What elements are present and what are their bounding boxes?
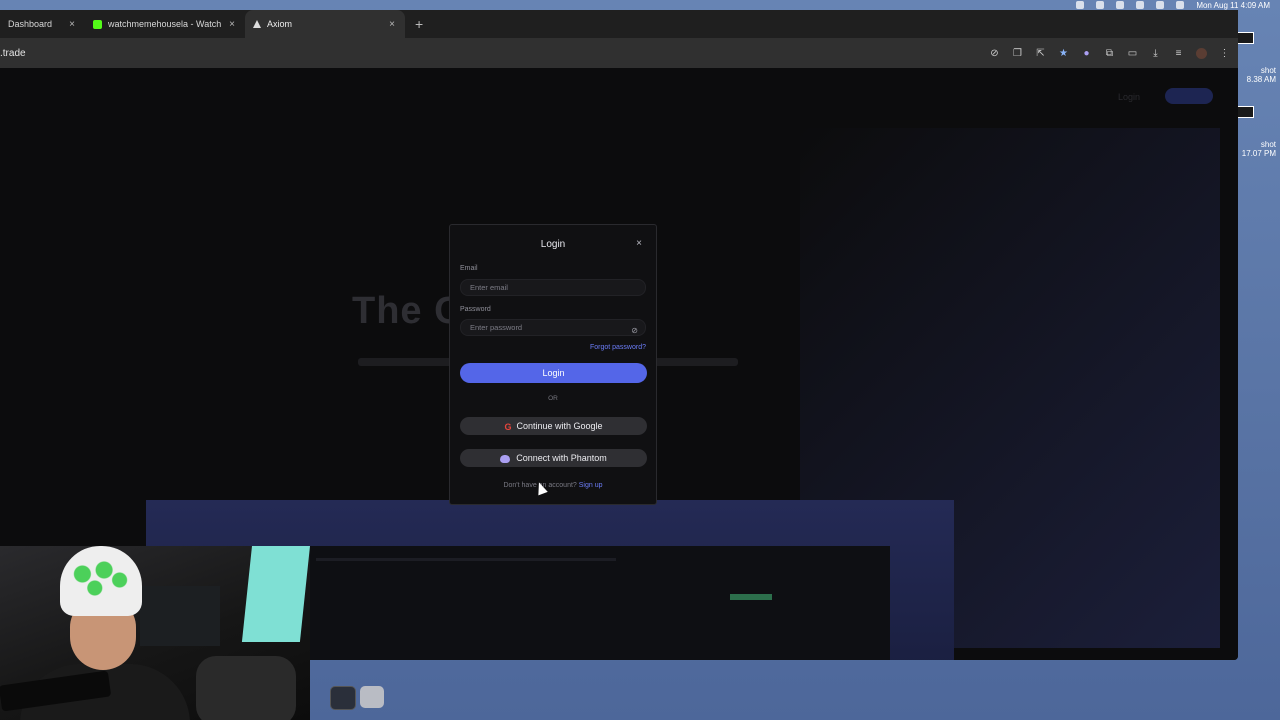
chair: [196, 656, 296, 720]
tab-label: Axiom: [267, 19, 293, 29]
tab-search-icon[interactable]: ▭: [1127, 48, 1138, 59]
tab-bar: Dashboard × watchmemehousela - Watch × A…: [0, 10, 1238, 38]
app-preview-screen: [310, 546, 890, 660]
password-field[interactable]: ⊘: [460, 319, 646, 336]
close-icon[interactable]: ×: [69, 19, 75, 30]
password-input[interactable]: [470, 323, 620, 332]
dock-terminal-icon[interactable]: [330, 686, 356, 710]
download-icon[interactable]: ⤓: [1150, 48, 1161, 59]
signup-link[interactable]: Sign up: [579, 482, 603, 489]
preview-chart-bar: [730, 594, 772, 600]
forgot-password-link[interactable]: Forgot password?: [590, 344, 646, 351]
status-icon[interactable]: [1116, 1, 1125, 9]
reading-list-icon[interactable]: ≡: [1173, 48, 1184, 59]
beanie-pattern: [70, 558, 132, 598]
mute-icon[interactable]: ⊘: [989, 48, 1000, 59]
phantom-button-label: Connect with Phantom: [516, 453, 607, 463]
email-input[interactable]: [470, 283, 620, 292]
close-icon[interactable]: ×: [636, 238, 642, 249]
control-center-icon[interactable]: [1176, 1, 1185, 9]
webcam-overlay: [0, 546, 310, 720]
desktop-file-time: 8.38 AM: [1246, 75, 1276, 84]
kick-icon: [93, 19, 102, 29]
tab-dashboard[interactable]: Dashboard ×: [0, 10, 85, 38]
close-icon[interactable]: ×: [229, 19, 235, 30]
close-icon[interactable]: ×: [389, 19, 395, 30]
nav-login-link[interactable]: Login: [1118, 92, 1140, 102]
profile-avatar-icon[interactable]: [1196, 47, 1207, 59]
phantom-icon: [500, 454, 511, 463]
screenshot-thumbnail: [1236, 106, 1254, 118]
tab-label: watchmemehousela - Watch: [108, 19, 222, 29]
email-field[interactable]: [460, 279, 646, 296]
nav-signup-button[interactable]: [1165, 88, 1213, 104]
signup-prompt: Don't have an account? Sign up: [450, 482, 656, 489]
phantom-connect-button[interactable]: Connect with Phantom: [460, 449, 647, 467]
background-shelf: [140, 586, 220, 646]
share-icon[interactable]: ⇱: [1035, 48, 1046, 59]
phantom-extension-icon[interactable]: ●: [1081, 48, 1092, 59]
preview-row: [316, 558, 616, 561]
wifi-icon[interactable]: [1136, 1, 1145, 9]
desktop-file-time: 17.07 PM: [1241, 149, 1276, 158]
new-tab-button[interactable]: +: [415, 16, 423, 32]
email-label: Email: [460, 265, 478, 272]
bookmark-star-icon[interactable]: ★: [1058, 48, 1069, 59]
eye-slash-icon[interactable]: ⊘: [631, 323, 638, 338]
address-bar: .trade ⊘ ❐ ⇱ ★ ● ⧉ ▭ ⤓ ≡ ⋮: [0, 38, 1238, 68]
or-divider: OR: [548, 395, 558, 402]
url-field[interactable]: .trade: [0, 48, 26, 59]
dock-trash-icon[interactable]: [360, 686, 384, 708]
copy-icon[interactable]: ❐: [1012, 48, 1023, 59]
browser-toolbar: ⊘ ❐ ⇱ ★ ● ⧉ ▭ ⤓ ≡ ⋮: [989, 38, 1230, 68]
login-modal: Login × Email Password ⊘ Forgot password…: [449, 224, 657, 505]
tab-kick[interactable]: watchmemehousela - Watch ×: [85, 10, 245, 38]
more-menu-icon[interactable]: ⋮: [1219, 48, 1230, 59]
status-icon[interactable]: [1076, 1, 1085, 9]
google-login-button[interactable]: G Continue with Google: [460, 417, 647, 435]
modal-title: Login: [540, 239, 566, 250]
google-button-label: Continue with Google: [516, 421, 603, 431]
status-icon[interactable]: [1096, 1, 1105, 9]
menu-bar: Mon Aug 11 4:09 AM: [850, 0, 1280, 10]
search-icon[interactable]: [1156, 1, 1165, 9]
password-label: Password: [460, 306, 491, 313]
extensions-icon[interactable]: ⧉: [1104, 48, 1115, 59]
menu-clock[interactable]: Mon Aug 11 4:09 AM: [1196, 1, 1270, 10]
screenshot-thumbnail: [1236, 32, 1254, 44]
background-light-panel: [241, 546, 310, 642]
login-button[interactable]: Login: [460, 363, 647, 383]
tab-axiom[interactable]: Axiom ×: [245, 10, 405, 38]
axiom-icon: [253, 20, 261, 28]
tab-label: Dashboard: [8, 19, 53, 29]
google-icon: G: [504, 421, 512, 432]
